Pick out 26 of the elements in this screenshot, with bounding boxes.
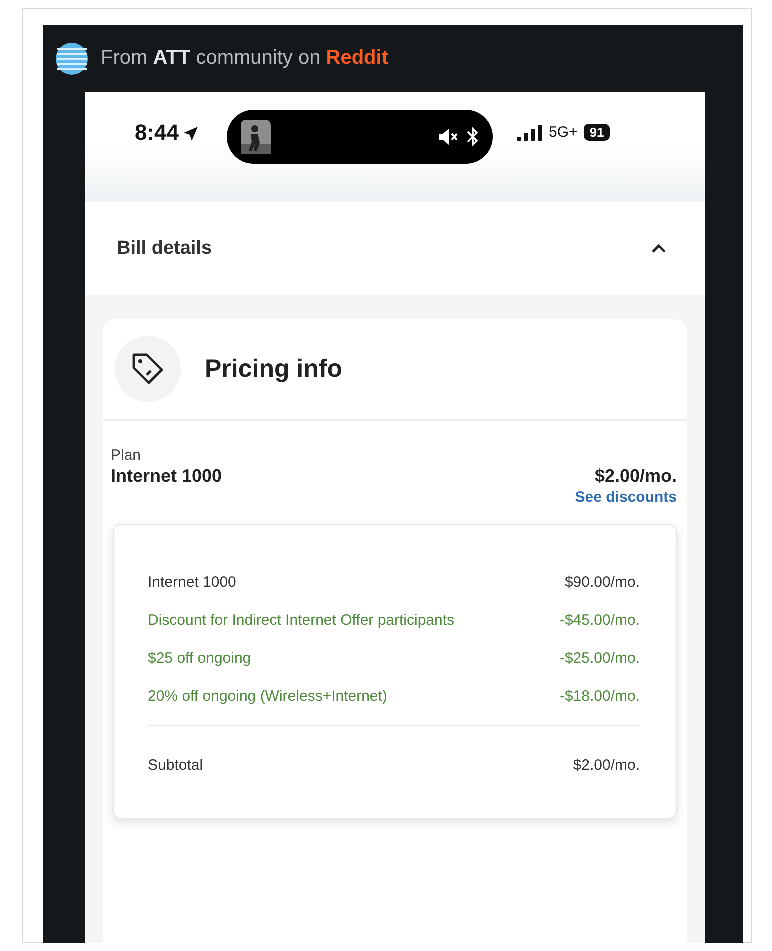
- card-title: Pricing info: [205, 354, 342, 384]
- battery-level: 91: [584, 124, 610, 141]
- globe-logo-icon: [55, 42, 89, 76]
- network-type: 5G+: [549, 124, 578, 141]
- subtotal-amount: $2.00/mo.: [573, 756, 640, 776]
- muted-speaker-icon: [437, 128, 460, 146]
- source-caption: From ATT community on Reddit: [101, 47, 388, 70]
- line-item-label: $25 off ongoing: [148, 649, 252, 669]
- bill-details-header[interactable]: Bill details: [85, 202, 705, 295]
- line-item-amount: -$45.00/mo.: [560, 611, 640, 631]
- line-item-label: Internet 1000: [148, 573, 236, 593]
- subtotal-label: Subtotal: [148, 756, 204, 776]
- line-item-amount: $90.00/mo.: [564, 573, 640, 593]
- line-item-amount: -$25.00/mo.: [560, 649, 640, 669]
- see-discounts-link[interactable]: See discounts: [575, 489, 677, 506]
- line-item-label: Discount for Indirect Internet Offer participants: [148, 611, 455, 631]
- signal-icon: [517, 124, 544, 140]
- bluetooth-icon: [467, 127, 480, 147]
- location-arrow-icon: [183, 126, 200, 142]
- plan-price: $2.00/mo.: [594, 466, 677, 487]
- price-tag-icon: [130, 351, 166, 387]
- plan-label: Plan: [111, 447, 142, 464]
- line-item-amount: -$18.00/mo.: [560, 687, 640, 707]
- plan-name: Internet 1000: [111, 466, 224, 487]
- line-item-label: 20% off ongoing (Wireless+Internet): [148, 687, 388, 707]
- clock-time: 8:44: [135, 120, 180, 146]
